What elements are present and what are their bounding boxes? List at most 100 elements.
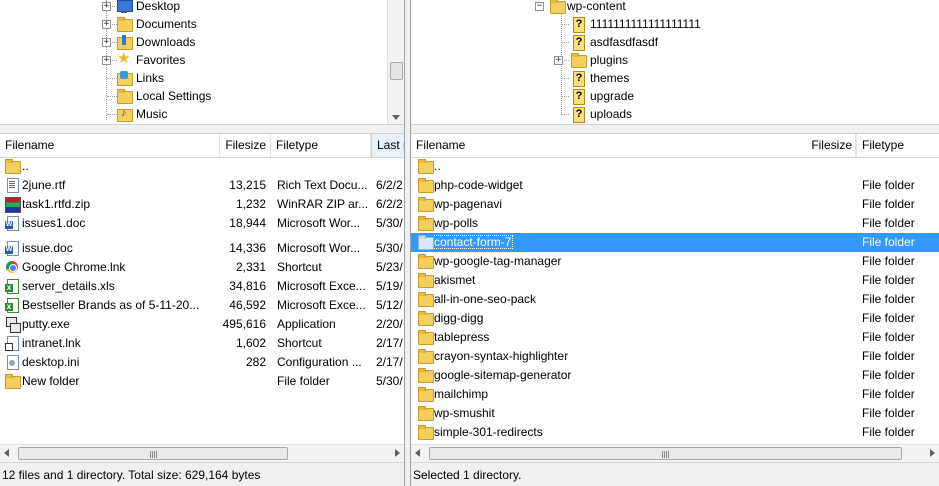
tree-item-label: asdfasdfasdf xyxy=(590,35,659,49)
column-header-filetype[interactable]: Filetype xyxy=(857,134,939,157)
table-row[interactable]: task1.rtfd.zip 1,232 WinRAR ZIP ar... 6/2/2 xyxy=(0,195,404,214)
file-modified: 5/19/ xyxy=(376,279,403,293)
column-header-filetype[interactable]: Filetype xyxy=(271,134,371,157)
scroll-right-arrow-icon[interactable] xyxy=(395,449,400,457)
column-header-last-modified[interactable]: Last m xyxy=(371,134,404,157)
local-tree-item[interactable]: + Downloads xyxy=(100,33,380,51)
collapse-minus-icon[interactable]: − xyxy=(535,2,544,11)
file-type: File folder xyxy=(862,425,915,439)
table-row[interactable]: Bestseller Brands as of 5-11-20... 46,592… xyxy=(0,296,404,315)
expand-toggle-icon[interactable]: + xyxy=(102,2,111,11)
remote-tree-item[interactable]: upgrade xyxy=(552,87,852,105)
remote-tree-item[interactable]: themes xyxy=(552,69,852,87)
table-row[interactable]: simple-301-redirects File folder xyxy=(411,423,939,442)
file-size: 18,944 xyxy=(229,216,266,230)
local-list-horizontal-scrollbar[interactable] xyxy=(0,444,404,462)
parent-folder-icon xyxy=(417,158,434,174)
expand-toggle-icon[interactable]: + xyxy=(102,56,111,65)
table-row[interactable]: google-sitemap-generator File folder xyxy=(411,366,939,385)
local-list-scroll-thumb[interactable] xyxy=(18,447,288,460)
table-row[interactable]: wp-pagenavi File folder xyxy=(411,195,939,214)
column-header-filename[interactable]: Filename xyxy=(411,134,856,157)
column-header-filesize[interactable]: Filesize xyxy=(806,134,857,157)
local-tree-item[interactable]: + Documents xyxy=(100,15,380,33)
table-row[interactable]: desktop.ini 282 Configuration ... 2/17/ xyxy=(0,353,404,372)
file-type: File folder xyxy=(862,311,915,325)
tree-item-label: 1111111111111111111 xyxy=(590,17,701,31)
remote-tree-item[interactable]: asdfasdfasdf xyxy=(552,33,852,51)
column-header-filesize[interactable]: Filesize xyxy=(220,134,271,157)
remote-tree-item[interactable]: uploads xyxy=(552,105,852,123)
unknown-folder-icon xyxy=(570,88,586,105)
table-row[interactable]: 2june.rtf 13,215 Rich Text Docu... 6/2/2 xyxy=(0,176,404,195)
table-row[interactable]: wp-polls File folder xyxy=(411,214,939,233)
table-row[interactable]: server_details.xls 34,816 Microsoft Exce..… xyxy=(0,277,404,296)
scroll-grip-icon xyxy=(662,451,669,458)
table-row[interactable]: issues1.doc 18,944 Microsoft Wor... 5/30/ xyxy=(0,214,404,233)
table-row[interactable]: tablepress File folder xyxy=(411,328,939,347)
remote-list-horizontal-scrollbar[interactable] xyxy=(411,444,939,462)
scroll-left-arrow-icon[interactable] xyxy=(4,449,9,457)
table-row[interactable]: .. xyxy=(411,158,939,176)
local-tree-vertical-scrollbar[interactable] xyxy=(387,0,404,124)
local-tree-scroll-thumb[interactable] xyxy=(390,62,403,80)
table-row[interactable]: intranet.lnk 1,602 Shortcut 2/17/ xyxy=(0,334,404,353)
file-type: File folder xyxy=(862,254,915,268)
local-pane-splitter[interactable] xyxy=(0,124,404,134)
remote-file-list[interactable]: .. php-code-widget File folder wp-pagenavi F… xyxy=(411,158,939,444)
table-row[interactable]: issue.doc 14,336 Microsoft Wor... 5/30/ xyxy=(0,239,404,258)
table-row[interactable]: .. xyxy=(0,158,404,176)
file-name: tablepress xyxy=(434,328,804,347)
local-list-header: Filename Filesize Filetype Last m xyxy=(0,134,404,158)
rtf-file-icon xyxy=(4,177,20,193)
table-row[interactable]: php-code-widget File folder xyxy=(411,176,939,195)
table-row[interactable]: Google Chrome.lnk 2,331 Shortcut 5/23/ xyxy=(0,258,404,277)
local-tree-item[interactable]: + Desktop xyxy=(100,0,380,15)
scroll-left-arrow-icon[interactable] xyxy=(415,449,420,457)
tree-item-label: wp-content xyxy=(567,0,626,13)
table-row[interactable]: wp-google-tag-manager File folder xyxy=(411,252,939,271)
remote-list-scroll-thumb[interactable] xyxy=(429,447,902,460)
unknown-folder-icon xyxy=(570,70,586,87)
unknown-folder-icon xyxy=(570,106,586,123)
table-row[interactable]: digg-digg File folder xyxy=(411,309,939,328)
expand-toggle-icon[interactable]: + xyxy=(102,38,111,47)
table-row[interactable]: New folder File folder 5/30/ xyxy=(0,372,404,391)
column-header-filename[interactable]: Filename xyxy=(0,134,220,157)
scroll-right-arrow-icon[interactable] xyxy=(930,449,935,457)
remote-tree-item[interactable]: + plugins xyxy=(552,51,852,69)
remote-directory-tree[interactable]: − wp-content 1111111111111111111 asdfasdfas… xyxy=(411,0,939,124)
file-modified: 2/17/ xyxy=(376,336,403,350)
file-name: wp-smushit xyxy=(434,404,804,423)
file-size: 1,232 xyxy=(235,197,266,211)
table-row[interactable]: wp-smushit File folder xyxy=(411,404,939,423)
local-directory-tree[interactable]: + Desktop + Documents + Downloads + Favorites Li… xyxy=(0,0,404,124)
file-type: File folder xyxy=(862,330,915,344)
file-modified: 5/23/ xyxy=(376,260,403,274)
table-row[interactable]: mailchimp File folder xyxy=(411,385,939,404)
remote-tree-item[interactable]: − wp-content xyxy=(533,0,833,15)
folder-icon xyxy=(417,215,434,231)
local-tree-item[interactable]: Links xyxy=(100,69,380,87)
table-row[interactable]: putty.exe 495,616 Application 2/20/ xyxy=(0,315,404,334)
file-name: contact-form-7 xyxy=(434,233,804,252)
remote-tree-item[interactable]: 1111111111111111111 xyxy=(552,15,852,33)
tree-item-label: plugins xyxy=(590,53,629,67)
remote-pane-splitter[interactable] xyxy=(411,124,939,134)
file-name-text: wp-polls xyxy=(434,216,479,230)
local-tree-item[interactable]: + Favorites xyxy=(100,51,380,69)
expand-plus-icon[interactable]: + xyxy=(554,56,563,65)
local-tree-item[interactable]: Music xyxy=(100,105,380,123)
table-row-selected[interactable]: contact-form-7 File folder xyxy=(411,233,939,252)
tree-item-label: themes xyxy=(590,71,630,85)
table-row[interactable]: crayon-syntax-highlighter File folder xyxy=(411,347,939,366)
file-name-text: all-in-one-seo-pack xyxy=(434,292,537,306)
table-row[interactable]: akismet File folder xyxy=(411,271,939,290)
local-file-list[interactable]: .. 2june.rtf 13,215 Rich Text Docu... 6/2/2 t… xyxy=(0,158,404,444)
local-pane: + Desktop + Documents + Downloads + Favorites Li… xyxy=(0,0,405,486)
scroll-down-arrow-icon[interactable] xyxy=(392,115,400,120)
expand-toggle-icon[interactable]: + xyxy=(102,20,111,29)
file-name-text: google-sitemap-generator xyxy=(434,368,572,382)
table-row[interactable]: all-in-one-seo-pack File folder xyxy=(411,290,939,309)
local-tree-item[interactable]: Local Settings xyxy=(100,87,380,105)
